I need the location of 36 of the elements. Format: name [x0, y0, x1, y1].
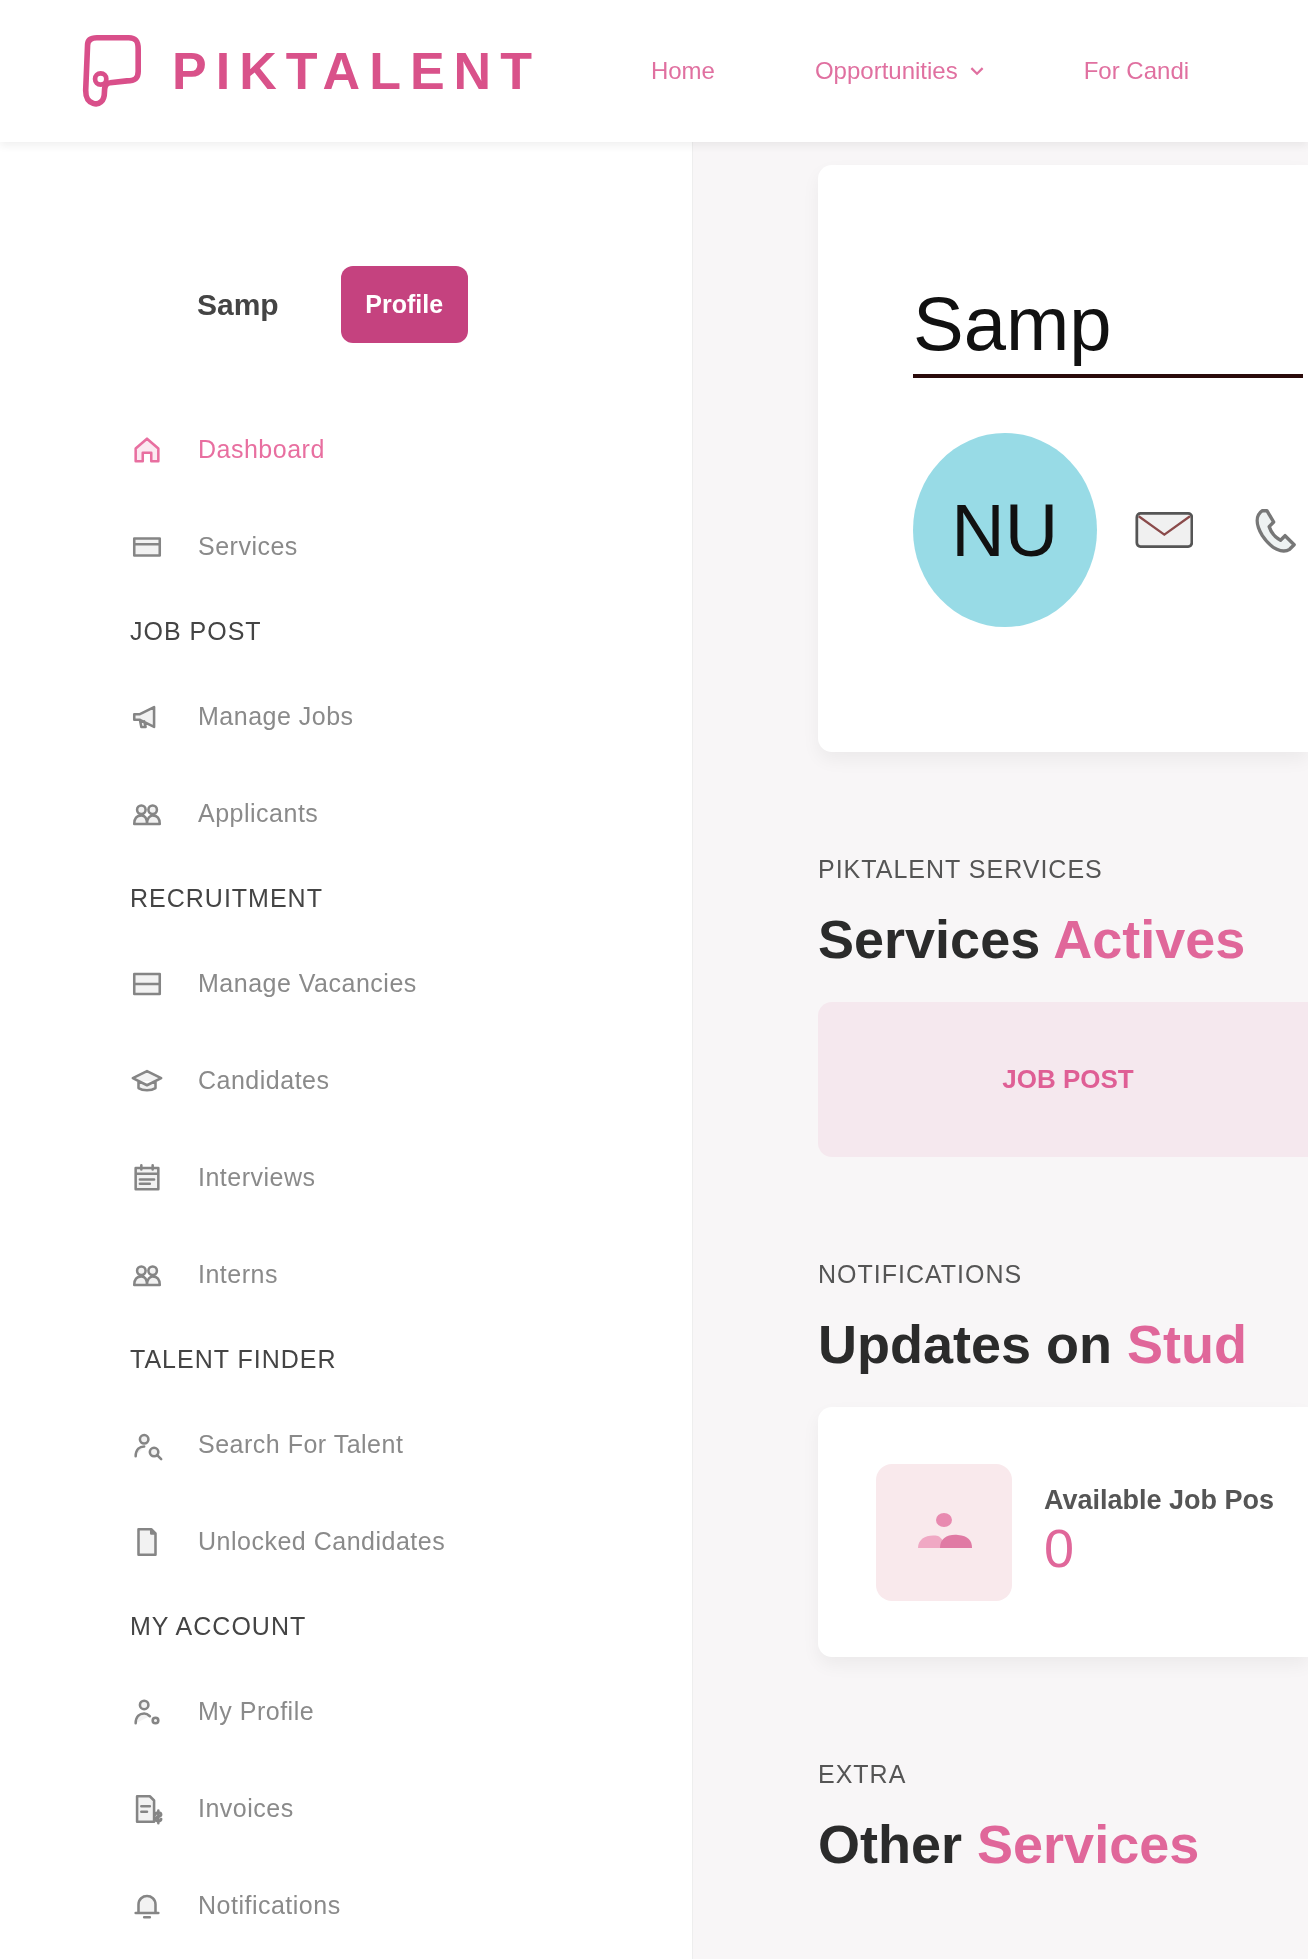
section-label: EXTRA [818, 1760, 908, 1789]
sidebar-item[interactable]: Interns [130, 1226, 692, 1323]
mail-icon[interactable] [1134, 510, 1194, 550]
sidebar-item[interactable]: Applicants [130, 765, 692, 862]
sidebar-item[interactable]: Manage Jobs [130, 668, 692, 765]
sidebar-item[interactable]: Candidates [130, 1032, 692, 1129]
nav-link[interactable]: For Candi [1083, 57, 1190, 85]
caret-icon [969, 66, 984, 76]
nav-link[interactable]: Opportunities [814, 57, 984, 85]
service-card[interactable]: JOB POST [818, 1002, 1308, 1157]
stat-value: 0 [1044, 1516, 1076, 1580]
sidebar-item[interactable]: Services [130, 498, 692, 595]
profile-button[interactable]: Profile [340, 266, 468, 343]
sidebar-item[interactable]: My Profile [130, 1663, 692, 1760]
nav-link[interactable]: Home [650, 57, 715, 85]
sidebar-item[interactable]: Manage Vacancies [130, 935, 692, 1032]
section-label: NOTIFICATIONS [818, 1260, 1024, 1289]
sidebar-section-heading: RECRUITMENT [130, 883, 324, 914]
section-label: PIKTALENT SERVICES [818, 855, 1104, 884]
sidebar-section-heading: JOB POST [130, 616, 263, 647]
sidebar-item[interactable]: Unlocked Candidates [130, 1493, 692, 1590]
section-title: Services Actives [818, 908, 1247, 971]
sidebar-section-heading: MY ACCOUNT [130, 1611, 308, 1642]
section-title: Updates on Stud [818, 1313, 1248, 1376]
sidebar-item[interactable]: Interviews [130, 1129, 692, 1226]
section-title: Other Services [818, 1813, 1201, 1876]
stat-label: Available Job Pos [1044, 1484, 1275, 1516]
brand-name: PIKTALENT [172, 41, 541, 101]
avatar: NU [913, 433, 1097, 627]
profile-name: Samp [913, 280, 1303, 378]
user-name: Samp [197, 287, 279, 322]
sidebar-item[interactable]: Search For Talent [130, 1396, 692, 1493]
sidebar-section-heading: TALENT FINDER [130, 1344, 338, 1375]
sidebar-item[interactable]: Invoices [130, 1760, 692, 1857]
sidebar-item[interactable]: Notifications [130, 1857, 692, 1954]
sidebar-item[interactable]: Dashboard [130, 401, 692, 498]
